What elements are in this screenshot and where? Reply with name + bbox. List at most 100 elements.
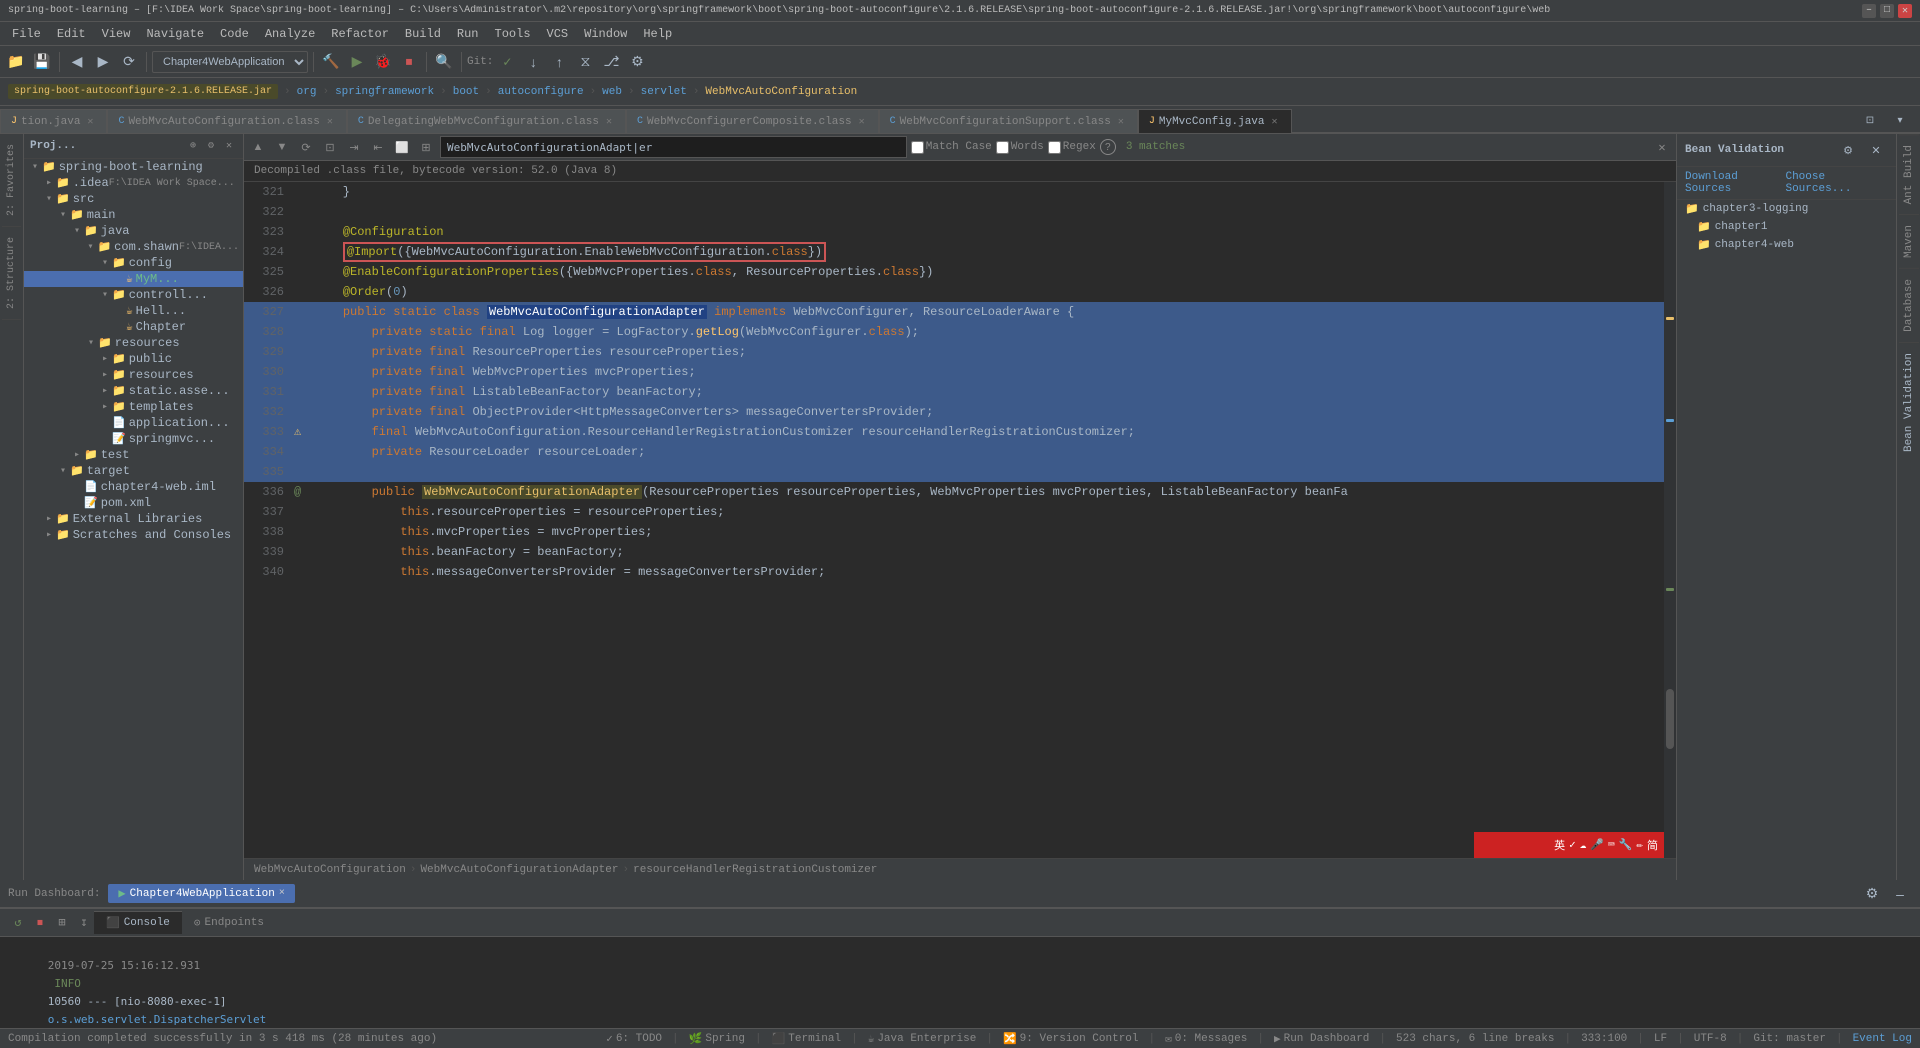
bottom-tab-console[interactable]: ⬛ Console	[94, 911, 182, 934]
search-filter-button[interactable]: ⊡	[320, 137, 340, 157]
tree-main[interactable]: ▾ 📁 main	[24, 207, 243, 223]
tab-1[interactable]: C WebMvcAutoConfiguration.class ✕	[107, 109, 346, 133]
menu-window[interactable]: Window	[576, 25, 635, 43]
bottom-tab-endpoints[interactable]: ⊙ Endpoints	[182, 912, 276, 934]
tab-0-close[interactable]: ✕	[84, 116, 96, 128]
status-java-enterprise[interactable]: ☕ Java Enterprise	[868, 1032, 977, 1046]
menu-file[interactable]: File	[4, 25, 49, 43]
tree-hello[interactable]: ☕ Hell...	[24, 303, 243, 319]
tree-comshawn[interactable]: ▾ 📁 com.shawn F:\IDEA...	[24, 239, 243, 255]
side-tab-bean[interactable]: Bean Validation	[1899, 342, 1919, 462]
search-close-button[interactable]: ✕	[1652, 137, 1672, 157]
tree-pomxml[interactable]: 📝 pom.xml	[24, 495, 243, 511]
side-tab-database[interactable]: Database	[1899, 268, 1919, 342]
menu-edit[interactable]: Edit	[49, 25, 94, 43]
right-tree-chapter1[interactable]: 📁 chapter1	[1677, 218, 1896, 236]
match-case-checkbox[interactable]	[911, 141, 924, 154]
tree-controller[interactable]: ▾ 📁 controll...	[24, 287, 243, 303]
toolbar-open-button[interactable]: 📁	[4, 50, 28, 74]
left-tab-favorites[interactable]: 2: Favorites	[2, 134, 21, 227]
tree-config[interactable]: ▾ 📁 config	[24, 255, 243, 271]
sidebar-tool-settings[interactable]: ⚙	[203, 138, 219, 154]
tab-4-close[interactable]: ✕	[1115, 116, 1127, 128]
bottom-restart-btn[interactable]: ↺	[8, 913, 28, 933]
tree-scratches[interactable]: ▸ 📁 Scratches and Consoles	[24, 527, 243, 543]
tree-external-libs[interactable]: ▸ 📁 External Libraries	[24, 511, 243, 527]
search-highlight-button[interactable]: ⬜	[392, 137, 412, 157]
git-settings[interactable]: ⚙	[625, 50, 649, 74]
regex-option[interactable]: Regex	[1048, 141, 1096, 154]
menu-run[interactable]: Run	[449, 25, 487, 43]
toolbar-back-button[interactable]: ◀	[65, 50, 89, 74]
menu-analyze[interactable]: Analyze	[257, 25, 323, 43]
nav-web[interactable]: web	[602, 86, 622, 98]
nav-org[interactable]: org	[297, 86, 317, 98]
tree-templates[interactable]: ▸ 📁 templates	[24, 399, 243, 415]
menu-view[interactable]: View	[94, 25, 139, 43]
words-checkbox[interactable]	[996, 141, 1009, 154]
search-prev-button[interactable]: ▲	[248, 137, 268, 157]
stop-button[interactable]: ⏹	[397, 50, 421, 74]
tree-test[interactable]: ▸ 📁 test	[24, 447, 243, 463]
maximize-button[interactable]: □	[1880, 4, 1894, 18]
search-help-button[interactable]: ?	[1100, 139, 1116, 155]
run-config-dropdown[interactable]: Chapter4WebApplication	[152, 51, 308, 73]
status-terminal[interactable]: ⬛ Terminal	[772, 1032, 842, 1046]
sidebar-tool-new[interactable]: ⊕	[185, 138, 201, 154]
tab-5[interactable]: J MyMvcConfig.java ✕	[1138, 109, 1292, 133]
search-input[interactable]	[440, 136, 907, 158]
search-refresh-button[interactable]: ⟳	[296, 137, 316, 157]
tab-0[interactable]: J tion.java ✕	[0, 109, 107, 133]
menu-tools[interactable]: Tools	[487, 25, 539, 43]
build-button[interactable]: 🔨	[319, 50, 343, 74]
tree-resources[interactable]: ▾ 📁 resources	[24, 335, 243, 351]
tree-resources2[interactable]: ▸ 📁 resources	[24, 367, 243, 383]
regex-checkbox[interactable]	[1048, 141, 1061, 154]
status-todo[interactable]: ✓ 6: TODO	[606, 1032, 662, 1046]
toolbar-recent-button[interactable]: ⟳	[117, 50, 141, 74]
menu-navigate[interactable]: Navigate	[138, 25, 212, 43]
tree-static[interactable]: ▸ 📁 static.asse...	[24, 383, 243, 399]
tab-5-close[interactable]: ✕	[1269, 116, 1281, 128]
git-branch[interactable]: ⎇	[599, 50, 623, 74]
menu-refactor[interactable]: Refactor	[323, 25, 397, 43]
right-tree-chapter4[interactable]: 📁 chapter4-web	[1677, 236, 1896, 254]
status-spring[interactable]: 🌿 Spring	[689, 1032, 745, 1046]
right-panel-close[interactable]: ✕	[1864, 138, 1888, 162]
status-run-dashboard[interactable]: ▶ Run Dashboard	[1274, 1032, 1369, 1046]
code-content[interactable]: 321 } 322 323 @Configuration	[244, 182, 1676, 858]
choose-sources-link[interactable]: Choose Sources...	[1785, 171, 1888, 195]
tree-target[interactable]: ▾ 📁 target	[24, 463, 243, 479]
git-history[interactable]: ⧖	[573, 50, 597, 74]
nav-autoconfigure[interactable]: autoconfigure	[498, 86, 584, 98]
rd-minimize[interactable]: –	[1888, 882, 1912, 906]
sidebar-tool-close[interactable]: ✕	[221, 138, 237, 154]
bottom-scroll-btn[interactable]: ↧	[74, 913, 94, 933]
git-push[interactable]: ↑	[547, 50, 571, 74]
words-option[interactable]: Words	[996, 141, 1044, 154]
side-tab-maven[interactable]: Maven	[1899, 214, 1919, 268]
tab-2-close[interactable]: ✕	[603, 116, 615, 128]
toolbar-save-button[interactable]: 💾	[30, 50, 54, 74]
tab-1-close[interactable]: ✕	[324, 116, 336, 128]
editor-scrollbar[interactable]	[1664, 182, 1676, 858]
toolbar-forward-button[interactable]: ▶	[91, 50, 115, 74]
run-dashboard-tab[interactable]: ▶ Chapter4WebApplication ×	[108, 884, 294, 903]
git-update[interactable]: ↓	[521, 50, 545, 74]
tab-2[interactable]: C DelegatingWebMvcConfiguration.class ✕	[347, 109, 626, 133]
nav-class[interactable]: WebMvcAutoConfiguration	[705, 86, 857, 98]
menu-vcs[interactable]: VCS	[539, 25, 577, 43]
bottom-stop-btn[interactable]: ⏹	[30, 913, 50, 933]
tree-application[interactable]: 📄 application...	[24, 415, 243, 431]
search-button[interactable]: 🔍	[432, 50, 456, 74]
bottom-filter-btn[interactable]: ⊞	[52, 913, 72, 933]
menu-help[interactable]: Help	[635, 25, 680, 43]
status-eventlog[interactable]: Event Log	[1853, 1033, 1912, 1045]
match-case-option[interactable]: Match Case	[911, 141, 992, 154]
tree-java[interactable]: ▾ 📁 java	[24, 223, 243, 239]
nav-springframework[interactable]: springframework	[335, 86, 434, 98]
left-tab-structure[interactable]: 2: Structure	[2, 227, 21, 320]
search-arrows-button[interactable]: ⇥	[344, 137, 364, 157]
tree-mymvc[interactable]: ☕ MyM...	[24, 271, 243, 287]
nav-boot[interactable]: boot	[453, 86, 479, 98]
